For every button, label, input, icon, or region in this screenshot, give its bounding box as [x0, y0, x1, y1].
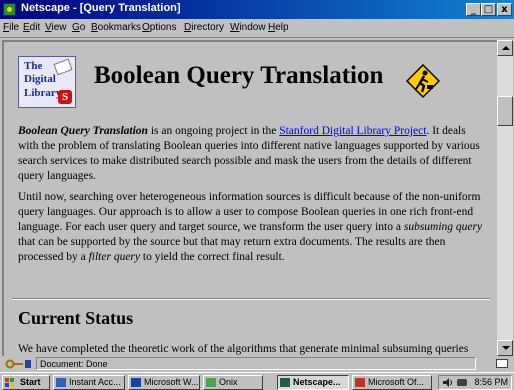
logo-line-3: Library [24, 87, 62, 99]
menu-help[interactable]: Help [268, 22, 289, 33]
intro-text-1: is an ongoing project in the [147, 125, 280, 137]
menu-options-accel: O [142, 22, 150, 33]
divider [12, 298, 490, 300]
maximize-button[interactable]: □ [481, 3, 496, 16]
task-netscape[interactable]: Netscape... [277, 375, 349, 390]
menu-edit-accel: E [23, 22, 30, 33]
word-icon [131, 378, 141, 387]
task-label: Microsoft Of... [368, 377, 425, 387]
scroll-up-button[interactable] [497, 40, 513, 56]
task-instant-access[interactable]: Instant Acc... [53, 375, 125, 390]
scroll-down-button[interactable] [497, 340, 513, 356]
status-text: Document: Done [36, 357, 476, 370]
menu-bookmarks[interactable]: Bookmarks [91, 22, 141, 33]
menu-bar: File Edit View Go Bookmarks Options Dire… [0, 19, 514, 38]
menu-window[interactable]: Window [230, 22, 266, 33]
stanford-mark-icon: S [58, 90, 72, 104]
task-label: Onix [219, 377, 238, 387]
filter-query-term: filter query [88, 251, 140, 263]
document-viewport[interactable]: The Digital Library S Boolean Query Tran… [2, 40, 497, 356]
logo-line-1: The [24, 60, 43, 72]
approach-paragraph: Until now, searching over heterogeneous … [18, 190, 488, 265]
intro-paragraph: Boolean Query Translation is an ongoing … [18, 124, 488, 184]
menu-view[interactable]: View [45, 22, 67, 33]
app-icon [56, 378, 66, 387]
netscape-icon [280, 378, 290, 387]
stanford-dl-link[interactable]: Stanford Digital Library Project [279, 125, 426, 137]
digital-library-logo[interactable]: The Digital Library S [18, 56, 76, 108]
netscape-app-icon[interactable] [3, 3, 16, 16]
under-construction-icon [406, 64, 440, 98]
task-label: Netscape... [293, 377, 341, 387]
book-icon [53, 58, 73, 76]
status-bar: Document: Done [0, 357, 514, 371]
minimize-button[interactable]: _ [466, 3, 481, 16]
windows-logo-icon [5, 378, 14, 387]
section-heading-current-status: Current Status [18, 308, 134, 328]
menu-options[interactable]: Options [142, 22, 176, 33]
onix-icon [206, 378, 216, 387]
security-key-icon[interactable] [4, 358, 32, 370]
menu-go-accel: G [72, 22, 80, 33]
menu-edit-label: dit [29, 22, 41, 33]
close-button[interactable]: x [497, 3, 512, 16]
menu-directory-label: irectory [191, 22, 225, 33]
scroll-thumb[interactable] [497, 96, 513, 126]
menu-edit[interactable]: Edit [23, 22, 40, 33]
taskbar: Start Instant Acc... Microsoft W... Onix… [0, 372, 514, 390]
menu-file[interactable]: File [3, 22, 19, 33]
menu-options-label: ptions [149, 22, 177, 33]
speaker-icon[interactable] [443, 378, 453, 387]
task-microsoft-office[interactable]: Microsoft Of... [352, 375, 432, 390]
network-icon[interactable] [457, 379, 467, 386]
menu-bookmarks-label: ookmarks [97, 22, 142, 33]
menu-bookmarks-accel: B [91, 22, 98, 33]
menu-go-label: o [79, 22, 86, 33]
menu-directory[interactable]: Directory [184, 22, 224, 33]
title-bar: Netscape - [Query Translation] _ □ x [0, 0, 514, 19]
menu-help-label: elp [275, 22, 289, 33]
logo-line-2: Digital [24, 73, 56, 85]
subsuming-query-term: subsuming query [403, 221, 483, 233]
menu-file-label: ile [9, 22, 20, 33]
menu-go[interactable]: Go [72, 22, 85, 33]
clock: 8:56 PM [474, 377, 508, 387]
task-label: Instant Acc... [69, 377, 121, 387]
start-button[interactable]: Start [2, 375, 50, 390]
status-paragraph: We have completed the theoretic work of … [18, 343, 469, 355]
office-icon [355, 378, 365, 387]
down-arrow-icon [502, 346, 510, 350]
vertical-scrollbar[interactable] [497, 40, 513, 356]
system-tray: 8:56 PM [438, 375, 512, 390]
page-title: Boolean Query Translation [94, 62, 384, 89]
up-arrow-icon [502, 46, 510, 50]
task-label: Microsoft W... [144, 377, 199, 387]
start-label: Start [20, 377, 41, 387]
approach-text-3: to yield the correct final result. [140, 251, 285, 263]
menu-window-label: indow [239, 22, 266, 33]
task-microsoft-word[interactable]: Microsoft W... [128, 375, 200, 390]
task-onix[interactable]: Onix [203, 375, 263, 390]
mail-icon[interactable] [496, 359, 508, 368]
window-title: Netscape - [Query Translation] [21, 2, 181, 14]
project-name: Boolean Query Translation [18, 125, 148, 137]
menu-view-label: iew [51, 22, 67, 33]
